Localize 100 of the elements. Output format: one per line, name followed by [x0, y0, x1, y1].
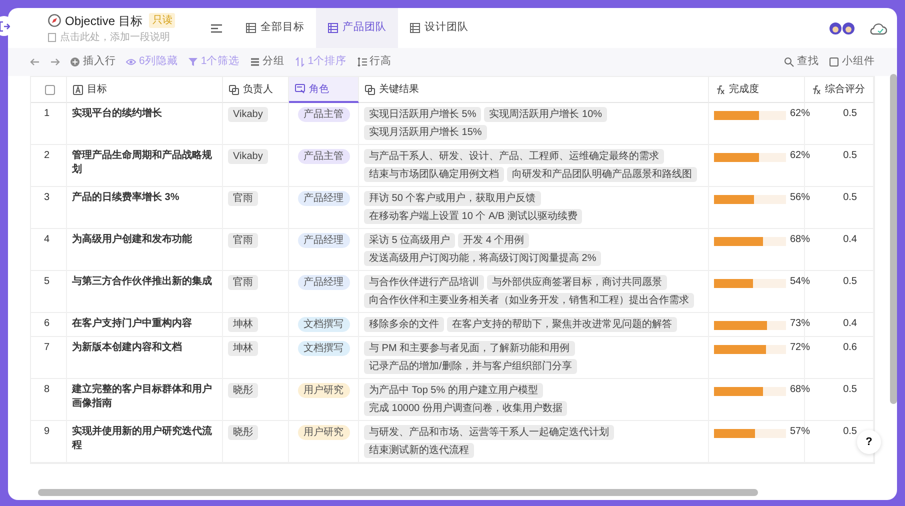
text-field-icon: [73, 84, 83, 94]
role-tag: 用户研究: [298, 383, 350, 398]
key-result-tag: 实现月活跃用户增长 15%: [364, 125, 487, 140]
column-header[interactable]: 目标: [67, 77, 223, 103]
key-result-tag: 完成 10000 份用户调查问卷，收集用户数据: [364, 401, 568, 416]
compass-icon: [48, 14, 61, 27]
menu-icon: [211, 24, 222, 32]
link-field-icon: [365, 84, 375, 94]
key-result-tag: 向合作伙伴和主要业务相关者（如业务开发，销售和工程）提出合作需求: [364, 293, 694, 308]
role-tag: 产品主管: [298, 107, 350, 122]
filter-icon: [188, 57, 198, 67]
progress-percent: 62%: [790, 107, 810, 121]
row-height-icon: [356, 57, 367, 67]
plus-icon: [70, 57, 80, 67]
row-number: 7: [43, 342, 50, 353]
row-number: 5: [43, 276, 50, 287]
score-value: 0.5: [843, 426, 857, 437]
key-result-tag: 记录产品的增加/删除，并与客户组织部门分享: [364, 359, 577, 374]
column-header[interactable]: 角色: [289, 77, 359, 103]
help-button[interactable]: ?: [857, 430, 881, 454]
row-number: 8: [43, 384, 50, 395]
objective-text: 在客户支持门户中重构内容: [72, 318, 192, 329]
redo-button[interactable]: [50, 58, 60, 66]
progress-percent: 68%: [790, 383, 810, 397]
grid-icon: [410, 23, 420, 33]
progress-percent: 68%: [790, 233, 810, 247]
key-result-tag: 发送高级用户订阅功能，将高级订阅订阅量提高 2%: [364, 251, 602, 266]
formula-icon: [715, 84, 725, 94]
role-tag: 产品经理: [298, 275, 350, 290]
score-value: 0.4: [843, 318, 857, 329]
owner-tag: 官雨: [228, 275, 258, 290]
sort-icon: [294, 57, 305, 67]
objective-text: 管理产品生命周期和产品战略规划: [72, 150, 212, 175]
owner-tag: 坤林: [228, 341, 258, 356]
key-result-tag: 在客户支持的帮助下，聚焦并改进常见问题的解答: [447, 317, 677, 332]
owner-tag: Vikaby: [228, 107, 268, 122]
key-result-tag: 向研发和产品团队明确产品愿景和路线图: [507, 167, 697, 182]
progress-percent: 72%: [790, 341, 810, 355]
toolbar-button[interactable]: 小组件: [829, 54, 875, 70]
column-header[interactable]: 完成度: [709, 77, 805, 103]
score-value: 0.5: [843, 384, 857, 395]
row-number: 1: [43, 108, 50, 119]
column-header[interactable]: 综合评分: [805, 77, 874, 103]
avatar-icon: [829, 22, 842, 34]
redo-icon: [50, 58, 60, 66]
objective-text: 实现并使用新的用户研究迭代流程: [72, 426, 212, 451]
objective-text: 与第三方合作伙伴推出新的集成: [72, 276, 212, 287]
progress-percent: 56%: [790, 191, 810, 205]
objective-text: 为新版本创建内容和文档: [72, 342, 182, 353]
column-header[interactable]: 关键结果: [359, 77, 709, 103]
avatar-icon: [842, 22, 855, 34]
score-value: 0.4: [843, 234, 857, 245]
key-result-tag: 与外部供应商签署目标，商讨共同愿景: [487, 275, 667, 290]
horizontal-scrollbar[interactable]: [38, 489, 758, 496]
avatar-group[interactable]: [829, 22, 855, 34]
row-number: 6: [43, 318, 50, 329]
key-result-tag: 开发 4 个用例: [458, 233, 530, 248]
key-result-tag: 与研发、产品和市场、运营等干系人一起确定迭代计划: [364, 425, 614, 440]
checkbox[interactable]: [45, 84, 55, 94]
owner-tag: 官雨: [228, 233, 258, 248]
role-tag: 文档撰写: [298, 317, 350, 332]
key-result-tag: 与合作伙伴进行产品培训: [364, 275, 484, 290]
view-tab[interactable]: 设计团队: [398, 8, 480, 48]
view-tab[interactable]: 产品团队: [316, 8, 398, 48]
cloud-icon: [869, 22, 887, 34]
objective-text: 产品的日续费率增长 3%: [72, 192, 180, 203]
role-tag: 产品主管: [298, 149, 350, 164]
row-number: 2: [43, 150, 50, 161]
toolbar-button[interactable]: 行高: [356, 54, 392, 70]
view-tab[interactable]: 全部目标: [234, 8, 316, 48]
option-field-icon: [295, 84, 305, 94]
row-number: 9: [43, 426, 50, 437]
undo-button[interactable]: [30, 58, 40, 66]
owner-tag: 官雨: [228, 191, 258, 206]
key-result-tag: 与产品干系人、研发、设计、产品、工程师、运维确定最终的需求: [364, 149, 664, 164]
grid-icon: [246, 23, 256, 33]
eye-icon: [126, 57, 136, 67]
search-icon: [784, 57, 794, 67]
role-tag: 用户研究: [298, 425, 350, 440]
undo-icon: [30, 58, 40, 66]
progress-percent: 57%: [790, 425, 810, 439]
owner-tag: 坤林: [228, 317, 258, 332]
objective-text: 为高级用户创建和发布功能: [72, 234, 192, 245]
vertical-scrollbar[interactable]: [890, 74, 897, 404]
toolbar-button[interactable]: 分组: [250, 54, 285, 70]
owner-tag: 晓彤: [228, 383, 258, 398]
sheet-title: Objective 目标: [65, 12, 142, 30]
row-number: 4: [43, 234, 50, 245]
objective-text: 实现平台的续约增长: [72, 108, 162, 119]
key-result-tag: 采访 5 位高级用户: [364, 233, 456, 248]
role-tag: 文档撰写: [298, 341, 350, 356]
toolbar-button[interactable]: 插入行: [70, 54, 116, 70]
row-number: 3: [43, 192, 50, 203]
owner-tag: Vikaby: [228, 149, 268, 164]
toolbar-button[interactable]: 查找: [784, 54, 819, 70]
read-only-badge: 只读: [149, 13, 176, 28]
progress-percent: 73%: [790, 317, 810, 331]
role-tag: 产品经理: [298, 233, 350, 248]
formula-icon: [811, 84, 821, 94]
score-value: 0.6: [843, 342, 857, 353]
